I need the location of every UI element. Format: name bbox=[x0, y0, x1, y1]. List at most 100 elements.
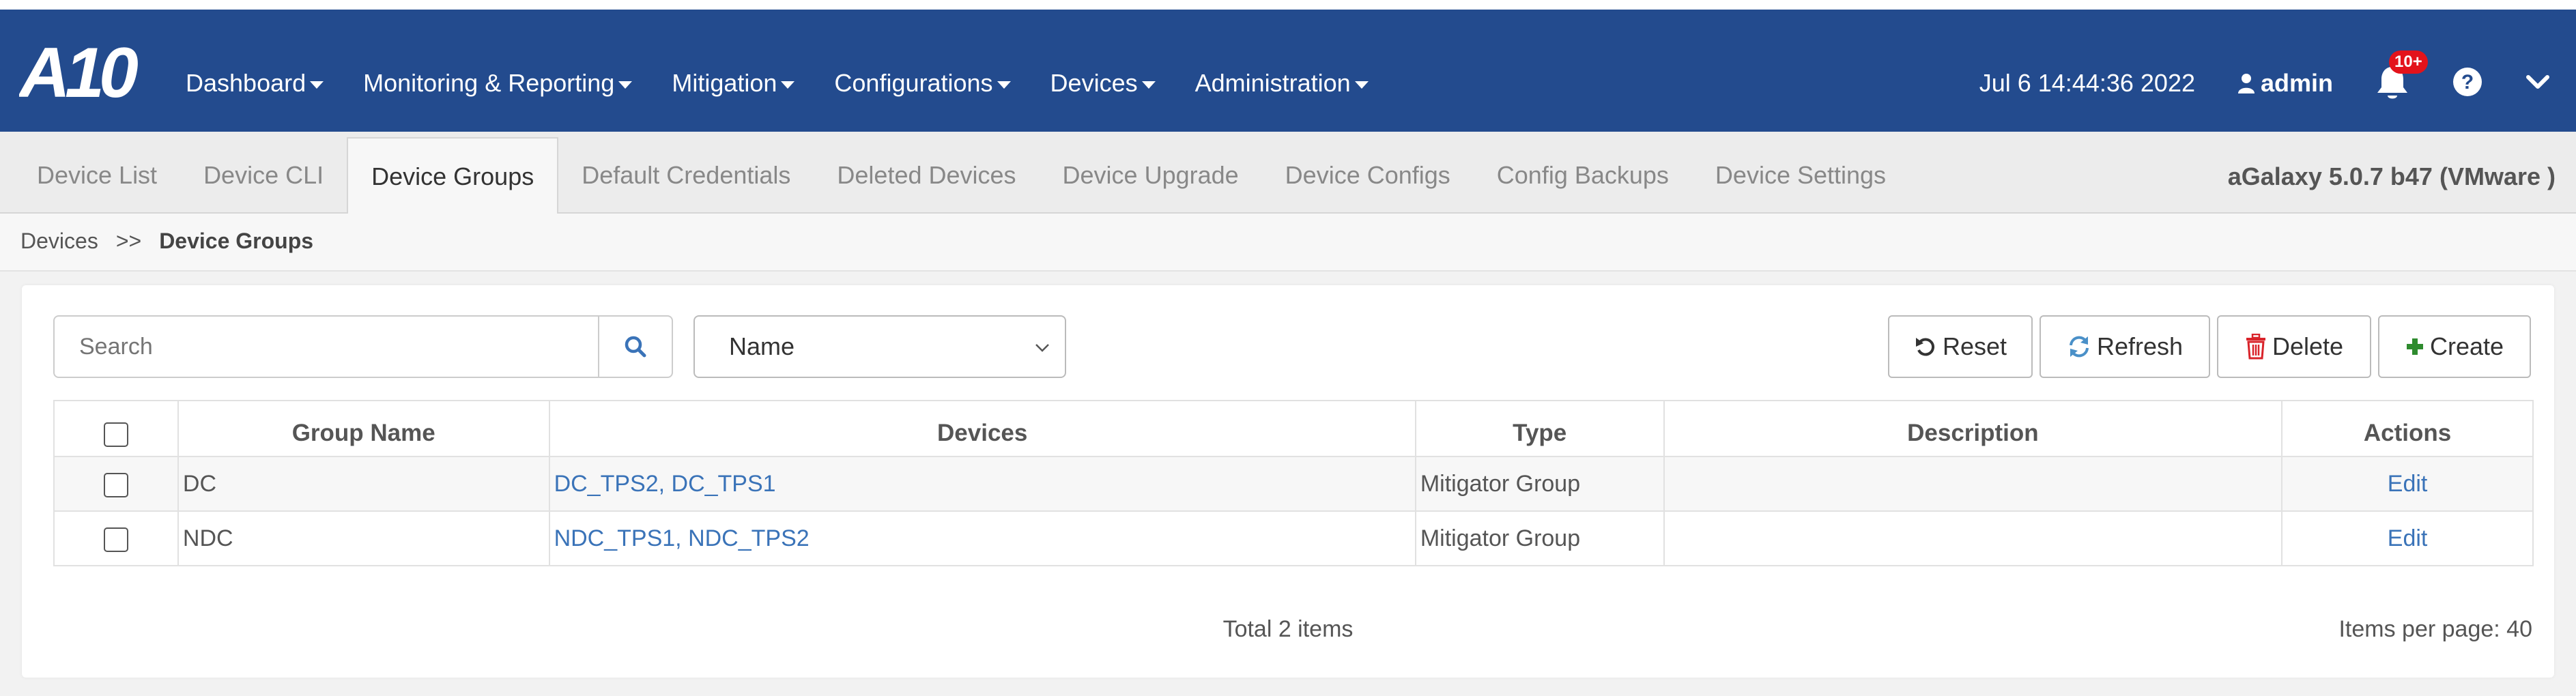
caret-down-icon bbox=[1354, 81, 1369, 89]
search-icon bbox=[625, 336, 646, 358]
search-button[interactable] bbox=[598, 315, 673, 378]
user-icon bbox=[2237, 74, 2255, 93]
nav-label: Monitoring & Reporting bbox=[363, 69, 615, 97]
nav-administration[interactable]: Administration bbox=[1195, 69, 1369, 98]
select-all-checkbox[interactable] bbox=[103, 422, 128, 447]
nav-label: Administration bbox=[1194, 69, 1351, 97]
trash-icon bbox=[2246, 334, 2265, 360]
refresh-button[interactable]: Refresh bbox=[2040, 315, 2210, 378]
system-datetime: Jul 6 14:44:36 2022 bbox=[1979, 69, 2195, 97]
breadcrumb: Devices >> Device Groups bbox=[20, 229, 313, 254]
device-tabs: Device List Device CLI Device Groups Def… bbox=[14, 137, 1909, 215]
type-cell: Mitigator Group bbox=[1414, 456, 1665, 512]
top-navigation-bar: A10 Dashboard Monitoring & Reporting Mit… bbox=[0, 0, 2576, 132]
header-expand-button[interactable] bbox=[2525, 74, 2550, 93]
question-circle-icon: ? bbox=[2453, 67, 2482, 96]
group-name-cell: NDC bbox=[177, 510, 550, 566]
nav-devices[interactable]: Devices bbox=[1050, 69, 1156, 98]
notifications-button[interactable]: 10+ bbox=[2375, 50, 2428, 102]
breadcrumb-current: Device Groups bbox=[159, 229, 314, 253]
nav-label: Dashboard bbox=[186, 69, 306, 97]
column-header-actions: Actions bbox=[2281, 400, 2534, 457]
actions-cell: Edit bbox=[2281, 456, 2534, 512]
tab-device-settings[interactable]: Device Settings bbox=[1692, 137, 1909, 214]
tab-deleted-devices[interactable]: Deleted Devices bbox=[814, 137, 1039, 214]
row-checkbox[interactable] bbox=[103, 472, 128, 497]
table-row: DC DC_TPS2, DC_TPS1 Mitigator Group Edit bbox=[53, 456, 2534, 512]
username: admin bbox=[2260, 69, 2333, 97]
search-input[interactable] bbox=[53, 315, 599, 378]
chevron-down-icon bbox=[1035, 344, 1049, 352]
breadcrumb-devices[interactable]: Devices bbox=[20, 229, 98, 253]
breadcrumb-separator: >> bbox=[115, 229, 142, 253]
caret-down-icon bbox=[997, 81, 1011, 89]
header-right: Jul 6 14:44:36 2022 admin 10+ ? bbox=[1979, 49, 2576, 117]
chevron-down-icon bbox=[2526, 74, 2549, 89]
reset-button[interactable]: Reset bbox=[1888, 315, 2033, 378]
notification-badge: 10+ bbox=[2389, 50, 2428, 74]
nav-monitoring-reporting[interactable]: Monitoring & Reporting bbox=[363, 69, 633, 98]
caret-down-icon bbox=[618, 81, 633, 89]
create-label: Create bbox=[2429, 332, 2504, 360]
column-header-group-name[interactable]: Group Name bbox=[177, 400, 550, 457]
column-header-type[interactable]: Type bbox=[1414, 400, 1665, 457]
type-cell: Mitigator Group bbox=[1414, 510, 1665, 566]
items-per-page[interactable]: Items per page: 40 bbox=[2338, 616, 2532, 643]
select-all-cell bbox=[53, 400, 179, 457]
delete-button[interactable]: Delete bbox=[2217, 315, 2371, 378]
tab-device-configs[interactable]: Device Configs bbox=[1262, 137, 1474, 214]
a10-logo[interactable]: A10 bbox=[17, 33, 162, 113]
description-cell bbox=[1663, 456, 2283, 512]
device-groups-table: Group Name Devices Type Description Acti… bbox=[53, 400, 2534, 566]
delete-label: Delete bbox=[2272, 332, 2344, 360]
edit-link[interactable]: Edit bbox=[2388, 525, 2428, 551]
svg-text:?: ? bbox=[2461, 71, 2474, 93]
nav-dashboard[interactable]: Dashboard bbox=[186, 69, 324, 98]
main-nav: Dashboard Monitoring & Reporting Mitigat… bbox=[186, 49, 1408, 117]
search-field-selected: Name bbox=[729, 332, 795, 360]
tab-default-credentials[interactable]: Default Credentials bbox=[558, 137, 814, 214]
column-header-devices[interactable]: Devices bbox=[548, 400, 1416, 457]
help-button[interactable]: ? bbox=[2452, 66, 2483, 101]
total-items: Total 2 items bbox=[1222, 616, 1354, 642]
search-field-select[interactable]: Name bbox=[693, 315, 1066, 378]
device-groups-panel: Name Reset Refresh Delete bbox=[22, 285, 2554, 678]
refresh-icon bbox=[2069, 336, 2089, 358]
tab-device-upgrade[interactable]: Device Upgrade bbox=[1040, 137, 1262, 214]
row-checkbox[interactable] bbox=[103, 527, 128, 552]
device-tabs-bar: Device List Device CLI Device Groups Def… bbox=[0, 132, 2576, 215]
tab-device-groups[interactable]: Device Groups bbox=[347, 137, 559, 215]
nav-label: Mitigation bbox=[672, 69, 777, 97]
breadcrumb-bar: Devices >> Device Groups bbox=[0, 214, 2576, 272]
user-menu[interactable]: admin bbox=[2237, 69, 2333, 98]
devices-link[interactable]: NDC_TPS1, NDC_TPS2 bbox=[554, 525, 810, 551]
group-name-cell: DC bbox=[177, 456, 550, 512]
tab-config-backups[interactable]: Config Backups bbox=[1474, 137, 1692, 214]
description-cell bbox=[1663, 510, 2283, 566]
caret-down-icon bbox=[1141, 81, 1156, 89]
edit-link[interactable]: Edit bbox=[2388, 471, 2428, 497]
actions-cell: Edit bbox=[2281, 510, 2534, 566]
nav-label: Configurations bbox=[834, 69, 993, 97]
refresh-label: Refresh bbox=[2096, 332, 2184, 360]
plus-icon bbox=[2406, 338, 2423, 355]
devices-cell: NDC_TPS1, NDC_TPS2 bbox=[548, 510, 1416, 566]
nav-mitigation[interactable]: Mitigation bbox=[672, 69, 795, 98]
column-header-description[interactable]: Description bbox=[1663, 400, 2283, 457]
tab-device-list[interactable]: Device List bbox=[14, 137, 180, 214]
svg-text:A10: A10 bbox=[19, 38, 138, 106]
devices-link[interactable]: DC_TPS2, DC_TPS1 bbox=[554, 471, 776, 497]
nav-label: Devices bbox=[1050, 69, 1138, 97]
table-row: NDC NDC_TPS1, NDC_TPS2 Mitigator Group E… bbox=[53, 510, 2534, 566]
row-select-cell bbox=[53, 510, 179, 566]
caret-down-icon bbox=[310, 81, 324, 89]
table-header-row: Group Name Devices Type Description Acti… bbox=[53, 400, 2534, 457]
caret-down-icon bbox=[781, 81, 795, 89]
nav-configurations[interactable]: Configurations bbox=[834, 69, 1011, 98]
tab-device-cli[interactable]: Device CLI bbox=[180, 137, 347, 214]
devices-cell: DC_TPS2, DC_TPS1 bbox=[548, 456, 1416, 512]
product-version: aGalaxy 5.0.7 b47 (VMware ) bbox=[2227, 162, 2556, 190]
create-button[interactable]: Create bbox=[2378, 315, 2531, 378]
reset-label: Reset bbox=[1942, 332, 2007, 360]
undo-icon bbox=[1915, 338, 1934, 356]
